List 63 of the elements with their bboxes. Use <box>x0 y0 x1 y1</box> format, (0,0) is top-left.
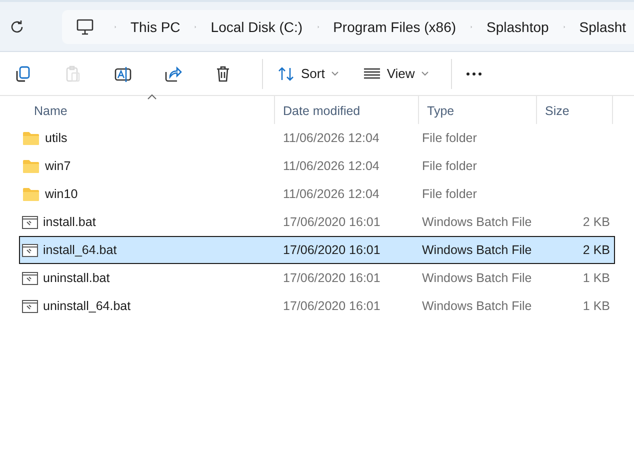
breadcrumb-item[interactable]: This PC <box>122 16 188 38</box>
sort-icon <box>277 64 295 82</box>
column-header[interactable]: Date modified <box>275 96 419 124</box>
refresh-icon[interactable] <box>9 19 25 35</box>
file-name: install.bat <box>43 214 96 231</box>
batch-file-icon <box>22 272 38 284</box>
trash-icon <box>214 64 232 82</box>
type-cell-text: Windows Batch File <box>421 298 533 315</box>
file-row[interactable]: uninstall.bat 17/06/2020 16:01 Windows Batch File 1 KB <box>19 264 615 292</box>
caret-icon <box>330 71 339 76</box>
date-cell-text: 17/06/2020 16:01 <box>282 214 382 231</box>
file-name: install_64.bat <box>43 242 117 259</box>
copy-icon <box>14 64 32 82</box>
file-row[interactable]: win10 11/06/2026 12:04 File folder <box>19 180 615 208</box>
file-row[interactable]: install.bat 17/06/2020 16:01 Windows Batch File 2 KB <box>19 208 615 236</box>
column-header[interactable]: Type <box>419 96 537 124</box>
view-button[interactable]: View <box>354 56 437 90</box>
file-name: utils <box>45 130 68 147</box>
address-bar[interactable]: This PC Local Disk (C:) Program Files (x86) Splashtop Splasht <box>62 10 634 44</box>
file-name: win10 <box>45 186 78 203</box>
type-cell-text: Windows Batch File <box>421 242 533 259</box>
date-cell-text: 17/06/2020 16:01 <box>282 270 382 287</box>
column-header[interactable]: Name <box>0 96 275 124</box>
folder-icon <box>22 186 40 202</box>
size-cell-text: 2 KB <box>582 214 610 231</box>
file-row[interactable]: win7 11/06/2026 12:04 File folder <box>19 152 615 180</box>
file-row[interactable]: uninstall_64.bat 17/06/2020 16:01 Windows Batch File 1 KB <box>19 292 615 320</box>
caret-icon <box>420 71 429 76</box>
date-cell-text: 17/06/2020 16:01 <box>282 298 382 315</box>
column-header[interactable]: Size <box>537 96 613 124</box>
type-cell-text: File folder <box>421 130 478 147</box>
breadcrumb-item[interactable]: Local Disk (C:) <box>202 16 311 38</box>
type-cell-text: Windows Batch File <box>421 270 533 287</box>
file-row[interactable]: install_64.bat 17/06/2020 16:01 Windows Batch File 2 KB <box>19 236 615 264</box>
file-name: uninstall.bat <box>43 270 110 287</box>
size-cell-text: 2 KB <box>582 242 610 259</box>
file-name: win7 <box>45 158 71 175</box>
more-icon <box>466 72 482 76</box>
computer-icon <box>76 18 94 36</box>
file-row[interactable]: utils 11/06/2026 12:04 File folder <box>19 124 615 152</box>
date-cell-text: 11/06/2026 12:04 <box>282 130 380 147</box>
type-cell-text: File folder <box>421 158 478 175</box>
size-cell-text: 1 KB <box>582 298 610 315</box>
date-cell-text: 11/06/2026 12:04 <box>282 158 380 175</box>
rename-icon <box>114 64 132 82</box>
batch-file-icon <box>22 216 38 228</box>
breadcrumb-item[interactable]: Splashtop <box>478 16 557 38</box>
sort-ascending-icon <box>147 94 157 100</box>
clipboard-icon <box>64 64 82 82</box>
breadcrumb-item[interactable]: Program Files (x86) <box>325 16 464 38</box>
type-cell-text: File folder <box>421 186 478 203</box>
share-icon <box>164 64 182 82</box>
batch-file-icon <box>22 300 38 312</box>
batch-file-icon <box>22 244 38 256</box>
folder-icon <box>22 158 40 174</box>
folder-icon <box>22 130 40 146</box>
file-name: uninstall_64.bat <box>43 298 131 315</box>
sort-button[interactable]: Sort <box>269 56 347 90</box>
breadcrumb-item[interactable]: Splasht <box>571 16 634 38</box>
size-cell-text: 1 KB <box>582 270 610 287</box>
type-cell-text: Windows Batch File <box>421 214 533 231</box>
date-cell-text: 17/06/2020 16:01 <box>282 242 382 259</box>
date-cell-text: 11/06/2026 12:04 <box>282 186 380 203</box>
